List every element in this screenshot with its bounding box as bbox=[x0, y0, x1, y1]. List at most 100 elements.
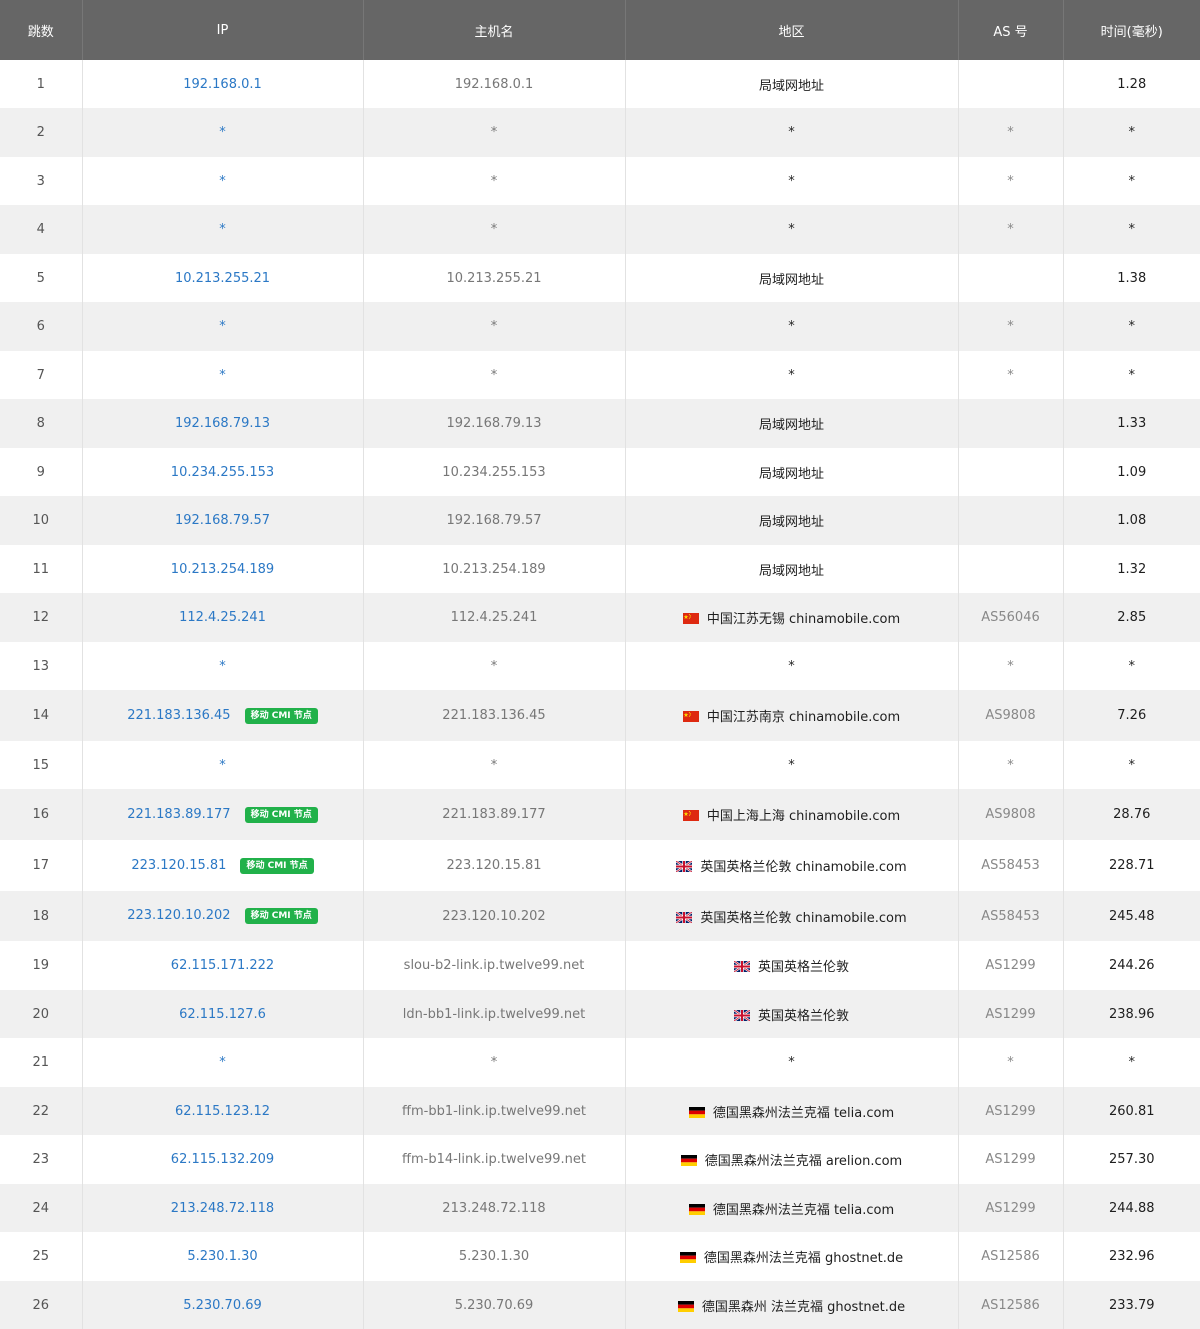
hop-number: 24 bbox=[32, 1200, 50, 1216]
region-cell: * bbox=[625, 108, 959, 157]
ip-link[interactable]: 5.230.70.69 bbox=[183, 1298, 262, 1313]
hop-cell: 22 bbox=[0, 1087, 83, 1135]
hostname-text: * bbox=[490, 367, 498, 383]
hop-number: 13 bbox=[32, 658, 50, 674]
table-row: 17 223.120.15.81 移动 CMI 节点 223.120.15.81 … bbox=[0, 840, 1200, 891]
cmi-node-badge: 移动 CMI 节点 bbox=[244, 806, 318, 823]
hop-cell: 2 bbox=[0, 108, 83, 157]
time-cell: * bbox=[1063, 351, 1200, 399]
region-text: 局域网地址 bbox=[758, 515, 824, 530]
time-cell: 228.71 bbox=[1063, 840, 1200, 891]
hop-cell: 26 bbox=[0, 1281, 83, 1329]
ip-cell: 192.168.0.1 bbox=[82, 60, 364, 108]
time-ms-text: 28.76 bbox=[1113, 807, 1151, 822]
region-text: * bbox=[788, 125, 795, 140]
as-cell: AS1299 bbox=[958, 941, 1064, 990]
ip-link[interactable]: * bbox=[219, 758, 226, 773]
region-cell: 中国上海上海 chinamobile.com bbox=[625, 789, 959, 840]
as-cell: * bbox=[958, 302, 1064, 351]
header-as-number: AS 号 bbox=[958, 0, 1064, 60]
ip-link[interactable]: 192.168.79.57 bbox=[175, 513, 270, 528]
as-cell: AS9808 bbox=[958, 690, 1064, 741]
ip-link[interactable]: * bbox=[219, 174, 226, 189]
as-number-text: AS9808 bbox=[985, 708, 1036, 723]
region-text: 英国英格兰伦敦 bbox=[757, 960, 849, 975]
hostname-cell: 10.213.255.21 bbox=[363, 254, 626, 302]
time-ms-text: 1.33 bbox=[1117, 416, 1147, 431]
hostname-cell: 10.213.254.189 bbox=[363, 545, 626, 593]
hop-number: 17 bbox=[32, 858, 50, 873]
ip-link[interactable]: 5.230.1.30 bbox=[187, 1249, 257, 1264]
ip-link[interactable]: 62.115.127.6 bbox=[179, 1007, 266, 1022]
ip-link[interactable]: * bbox=[219, 659, 226, 674]
as-cell bbox=[958, 254, 1064, 302]
region-text: 德国黑森州法兰克福 arelion.com bbox=[704, 1154, 903, 1169]
table-row: 3 * * * * * bbox=[0, 157, 1200, 205]
ip-link[interactable]: 221.183.89.177 bbox=[127, 807, 230, 822]
time-cell: * bbox=[1063, 157, 1200, 205]
ip-link[interactable]: * bbox=[219, 125, 226, 140]
ip-link[interactable]: 10.234.255.153 bbox=[171, 465, 274, 480]
time-cell: * bbox=[1063, 642, 1200, 690]
ip-link[interactable]: 62.115.132.209 bbox=[171, 1152, 274, 1167]
time-cell: 260.81 bbox=[1063, 1087, 1200, 1135]
ip-cell: 5.230.70.69 bbox=[82, 1281, 364, 1329]
region-cell: 英国英格兰伦敦 bbox=[625, 990, 959, 1038]
ip-link[interactable]: 223.120.15.81 bbox=[131, 858, 226, 873]
time-cell: * bbox=[1063, 1038, 1200, 1087]
as-cell: AS1299 bbox=[958, 1087, 1064, 1135]
hop-cell: 17 bbox=[0, 840, 83, 891]
region-cell: 局域网地址 bbox=[625, 60, 959, 108]
ip-link[interactable]: 62.115.171.222 bbox=[171, 958, 274, 973]
hop-number: 9 bbox=[36, 464, 45, 480]
time-ms-text: 1.38 bbox=[1117, 270, 1147, 286]
uk-flag-icon bbox=[676, 861, 693, 872]
hop-cell: 1 bbox=[0, 60, 83, 108]
time-ms-text: 228.71 bbox=[1109, 858, 1155, 873]
ip-link[interactable]: 112.4.25.241 bbox=[179, 610, 266, 625]
time-cell: 1.09 bbox=[1063, 448, 1200, 496]
ip-cell: * bbox=[82, 157, 364, 205]
ip-link[interactable]: * bbox=[219, 1055, 226, 1070]
as-number-text: AS1299 bbox=[985, 1006, 1036, 1022]
hop-number: 2 bbox=[36, 125, 45, 140]
ip-cell: 221.183.136.45 移动 CMI 节点 bbox=[82, 690, 364, 741]
hostname-text: 5.230.1.30 bbox=[458, 1249, 530, 1264]
traceroute-table: 跳数 IP 主机名 地区 AS 号 时间(毫秒) 1 192.168.0.1 1… bbox=[0, 0, 1200, 1329]
table-row: 4 * * * * * bbox=[0, 205, 1200, 254]
hostname-cell: 221.183.136.45 bbox=[363, 690, 626, 741]
region-cell: * bbox=[625, 157, 959, 205]
hop-cell: 18 bbox=[0, 891, 83, 941]
hop-number: 16 bbox=[32, 807, 50, 822]
region-cell: * bbox=[625, 1038, 959, 1087]
time-ms-text: 244.26 bbox=[1109, 958, 1155, 973]
time-cell: 245.48 bbox=[1063, 891, 1200, 941]
hostname-cell: 5.230.1.30 bbox=[363, 1232, 626, 1281]
ip-link[interactable]: 223.120.10.202 bbox=[127, 908, 230, 923]
hostname-cell: 112.4.25.241 bbox=[363, 593, 626, 642]
ip-link[interactable]: * bbox=[219, 319, 226, 334]
ip-link[interactable]: 192.168.0.1 bbox=[183, 77, 262, 92]
ip-link[interactable]: 192.168.79.13 bbox=[175, 416, 270, 431]
ip-link[interactable]: * bbox=[219, 222, 226, 237]
ip-link[interactable]: 221.183.136.45 bbox=[127, 708, 230, 723]
ip-link[interactable]: 10.213.255.21 bbox=[175, 271, 270, 286]
time-ms-text: 1.32 bbox=[1117, 561, 1147, 577]
ip-link[interactable]: 10.213.254.189 bbox=[171, 562, 274, 577]
time-cell: 233.79 bbox=[1063, 1281, 1200, 1329]
time-ms-text: * bbox=[1128, 125, 1136, 140]
ip-link[interactable]: 213.248.72.118 bbox=[171, 1201, 274, 1216]
uk-flag-icon bbox=[733, 1009, 750, 1021]
hostname-cell: * bbox=[363, 351, 626, 399]
region-text: * bbox=[788, 757, 795, 773]
table-row: 18 223.120.10.202 移动 CMI 节点 223.120.10.20… bbox=[0, 891, 1200, 941]
ip-cell: 10.213.255.21 bbox=[82, 254, 364, 302]
region-text: 中国上海上海 chinamobile.com bbox=[706, 809, 901, 824]
uk-flag-icon bbox=[676, 911, 693, 923]
table-row: 25 5.230.1.30 5.230.1.30 德国黑森州法兰克福 ghost… bbox=[0, 1232, 1200, 1281]
ip-link[interactable]: * bbox=[219, 368, 226, 383]
hop-cell: 9 bbox=[0, 448, 83, 496]
hostname-cell: 192.168.79.13 bbox=[363, 399, 626, 448]
region-cell: 局域网地址 bbox=[625, 545, 959, 593]
ip-link[interactable]: 62.115.123.12 bbox=[175, 1104, 270, 1119]
